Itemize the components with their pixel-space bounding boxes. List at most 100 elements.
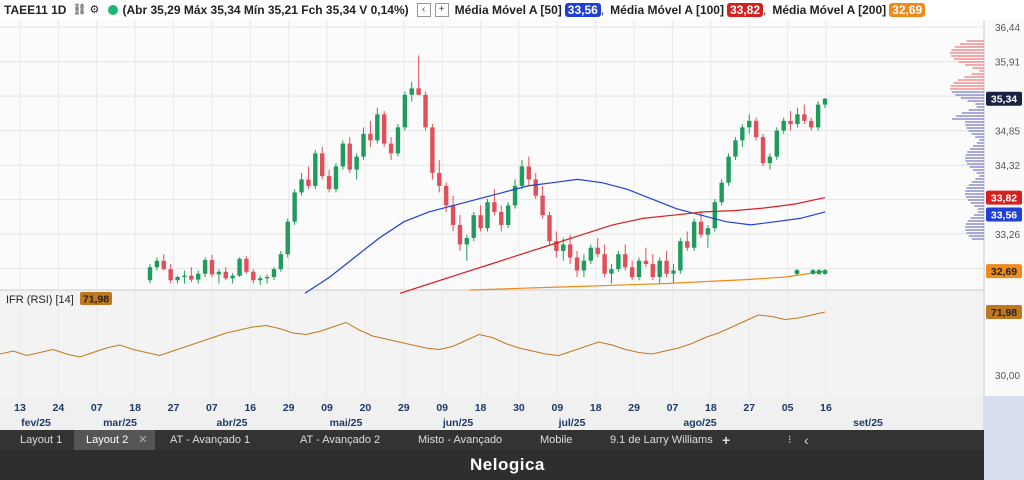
volume-profile-bar	[958, 61, 984, 63]
month-label: jun/25	[442, 417, 474, 429]
volume-profile-bar	[950, 85, 984, 87]
candle-body	[526, 166, 532, 180]
price-tick-label: 36,44	[995, 23, 1020, 34]
candle-body	[499, 211, 504, 225]
month-label: ago/25	[683, 417, 716, 429]
volume-profile-bar	[969, 166, 984, 168]
add-tab-button[interactable]: +	[722, 430, 730, 450]
candle-body	[719, 182, 724, 203]
candle-body	[368, 133, 373, 141]
tab-label: AT - Avançado 1	[170, 434, 251, 446]
candle-body	[319, 153, 325, 177]
candle-body	[168, 269, 173, 281]
candle-body	[209, 260, 215, 275]
tab-layout-7[interactable]: 9.1 de Larry Williams	[610, 430, 713, 450]
candle-body	[230, 275, 235, 279]
tab-layout-1[interactable]: Layout 1	[20, 430, 62, 450]
date-tick-label: 27	[168, 402, 180, 414]
month-label: mar/25	[103, 417, 137, 429]
candle-body	[733, 140, 738, 157]
volume-profile-bar	[965, 193, 984, 195]
candle-body	[581, 260, 587, 271]
volume-profile-bar	[953, 58, 984, 60]
candle-body	[347, 143, 352, 170]
tab-label: Mobile	[540, 434, 573, 446]
month-label: abr/25	[217, 417, 248, 429]
candle-body	[402, 94, 408, 128]
candle-body	[740, 127, 745, 141]
month-label: mai/25	[330, 417, 363, 429]
candle-body	[175, 276, 180, 281]
volume-profile-bar	[956, 115, 984, 117]
candle-body	[574, 257, 580, 271]
candle-body	[664, 260, 669, 274]
volume-profile-bar	[965, 154, 984, 156]
axis-corner	[984, 396, 1024, 480]
candle-body	[691, 221, 697, 248]
volume-profile-bar	[979, 70, 984, 72]
last-price-badge: 35,34	[991, 94, 1017, 106]
tab-layout-5[interactable]: Misto - Avançado	[418, 430, 502, 450]
candle-body	[747, 120, 752, 128]
candle-body	[258, 278, 263, 281]
chart-grid	[0, 20, 1024, 430]
tab-layout-4[interactable]: AT - Avançado 2	[300, 430, 380, 450]
volume-profile-bar	[969, 148, 984, 150]
candle-body	[788, 120, 793, 125]
volume-profile-bar	[965, 226, 984, 228]
candle-body	[161, 260, 166, 270]
candle-body	[657, 260, 662, 277]
date-tick-label: 16	[244, 402, 256, 414]
price-tick-label: 34,85	[995, 127, 1020, 138]
month-label: set/25	[853, 417, 883, 429]
tab-layout-6[interactable]: Mobile	[540, 430, 572, 450]
candle-body	[437, 172, 442, 186]
price-tick-label: 35,91	[995, 58, 1020, 69]
volume-profile-bar	[979, 139, 984, 141]
volume-profile-bar	[970, 202, 984, 204]
volume-profile-bar	[971, 133, 984, 135]
volume-profile-bar	[950, 55, 984, 57]
scroll-tabs-icon[interactable]: ‹	[804, 430, 809, 450]
tab-layout-3[interactable]: AT - Avançado 1	[170, 430, 250, 450]
month-label: jul/25	[558, 417, 586, 429]
candle-body	[409, 88, 414, 95]
volume-profile-bar	[975, 103, 984, 105]
date-tick-label: 24	[53, 402, 65, 414]
volume-profile-bar	[965, 190, 984, 192]
date-tick-label: 07	[91, 402, 103, 414]
price-chart[interactable]: IFR (RSI) [14] 71,98 30,00 71,98 36,44 35,91…	[0, 0, 1024, 430]
rsi-tick-label: 30,00	[995, 371, 1020, 382]
candle-body	[388, 143, 394, 154]
candle-body	[244, 258, 249, 272]
volume-profile-bar	[952, 118, 984, 120]
volume-profile-bar	[960, 43, 984, 45]
candle-body	[623, 254, 628, 268]
candle-body	[595, 247, 600, 255]
brand-logo: Nelogica	[470, 455, 545, 474]
candle-body	[278, 254, 284, 270]
volume-profile-bar	[967, 220, 984, 222]
volume-profile-bar	[976, 106, 984, 108]
volume-profile-bar	[950, 52, 984, 54]
candle-body	[251, 271, 256, 281]
tab-layout-2[interactable]: Layout 2 ✕	[74, 430, 156, 450]
candle-body	[154, 260, 160, 268]
volume-profile-bar	[976, 142, 984, 144]
candle-body	[299, 179, 304, 193]
candle-body	[216, 271, 222, 275]
close-tab-icon[interactable]: ✕	[138, 434, 147, 446]
volume-profile-bar	[971, 238, 984, 240]
price-tick-label: 33,26	[995, 230, 1020, 241]
ma100-axis-badge: 33,82	[991, 193, 1017, 205]
volume-profile-bar	[966, 187, 984, 189]
volume-profile-bar	[978, 208, 984, 210]
volume-profile-bar	[953, 82, 984, 84]
tab-label: Layout 2	[86, 434, 129, 446]
date-axis-bg	[0, 396, 984, 430]
tab-label: AT - Avançado 2	[300, 434, 381, 446]
app-footer: Nelogica	[0, 450, 984, 480]
candle-body	[271, 269, 277, 277]
candle-body	[147, 267, 153, 281]
more-tabs-icon[interactable]: ⁝	[788, 430, 792, 450]
